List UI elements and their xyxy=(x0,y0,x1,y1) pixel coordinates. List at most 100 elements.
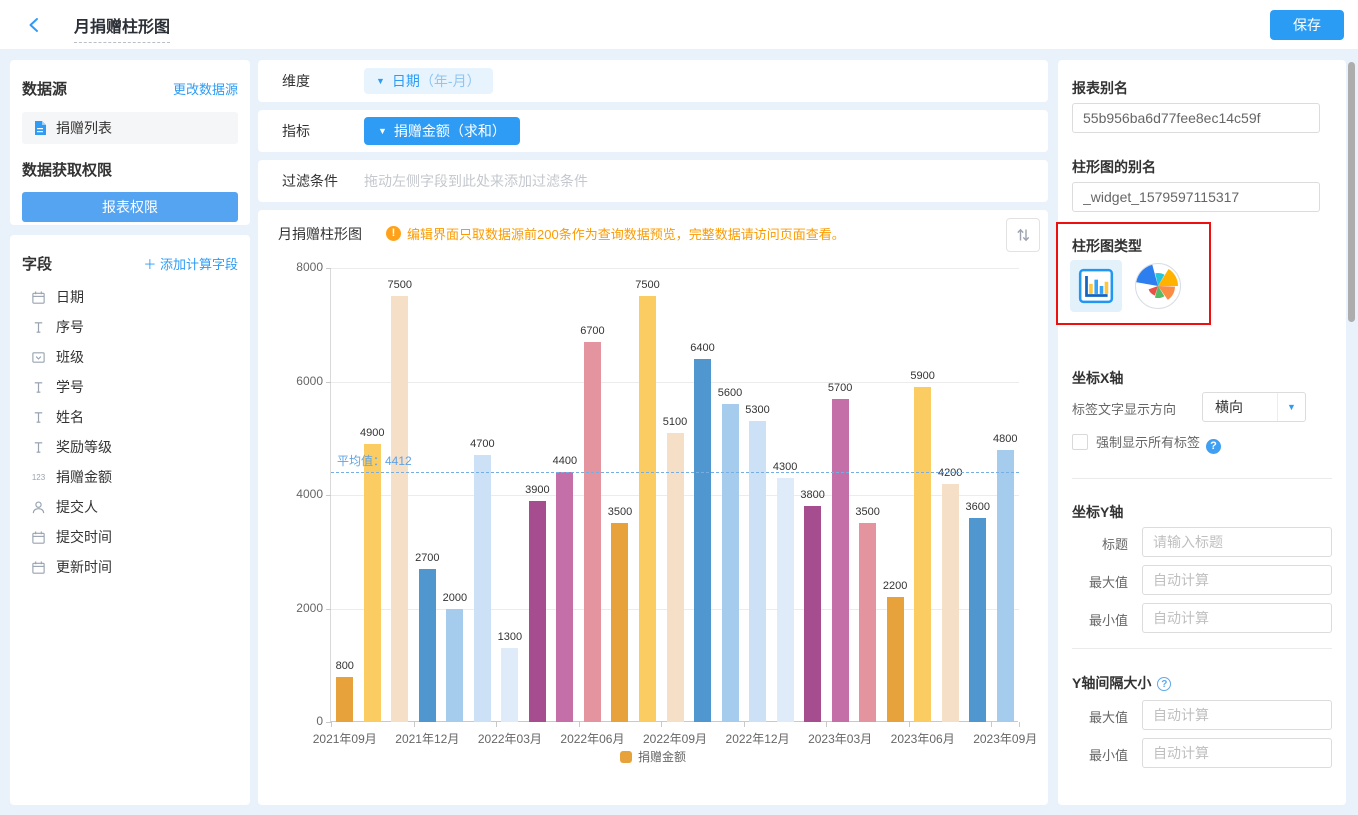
dimension-tag[interactable]: ▼ 日期 （年-月） xyxy=(364,68,493,94)
chart-legend[interactable]: 捐赠金额 xyxy=(258,748,1048,768)
x-axis-label: 2022年12月 xyxy=(726,730,790,747)
bar-value-label: 4700 xyxy=(470,438,494,450)
filter-placeholder: 拖动左侧字段到此处来添加过滤条件 xyxy=(364,171,588,191)
text-icon xyxy=(30,319,47,335)
force-labels-checkbox[interactable] xyxy=(1072,434,1088,450)
field-item[interactable]: 班级 xyxy=(22,342,238,372)
add-calc-field-link[interactable]: ＋ 添加计算字段 xyxy=(143,254,238,273)
y-interval-title: Y轴间隔大小? xyxy=(1072,673,1171,693)
x-axis-label: 2022年06月 xyxy=(560,730,624,747)
widget-alias-input[interactable] xyxy=(1072,182,1320,212)
bar[interactable] xyxy=(639,296,656,722)
bar-value-label: 3600 xyxy=(965,501,989,513)
bar[interactable] xyxy=(336,677,353,722)
bar[interactable] xyxy=(667,433,684,722)
sort-arrows-icon xyxy=(1014,226,1032,244)
chevron-down-icon: ▼ xyxy=(378,126,387,136)
filter-row[interactable]: 过滤条件 拖动左侧字段到此处来添加过滤条件 xyxy=(258,160,1048,202)
y-interval-max-label: 最大值 xyxy=(1072,707,1128,726)
page-title[interactable]: 月捐赠柱形图 xyxy=(74,13,170,43)
y-interval-max-input[interactable] xyxy=(1142,700,1332,730)
field-item[interactable]: 学号 xyxy=(22,372,238,402)
field-item[interactable]: 提交时间 xyxy=(22,522,238,552)
widget-alias-title: 柱形图的别名 xyxy=(1072,157,1156,177)
x-tick xyxy=(496,722,497,727)
bar[interactable] xyxy=(804,506,821,722)
select-icon xyxy=(30,349,47,365)
bar[interactable] xyxy=(584,342,601,722)
field-item[interactable]: 姓名 xyxy=(22,402,238,432)
text-icon xyxy=(30,409,47,425)
y-tick xyxy=(326,609,331,610)
user-icon xyxy=(30,499,47,515)
bar[interactable] xyxy=(914,387,931,722)
bar-value-label: 1300 xyxy=(498,631,522,643)
yaxis-caption-row: 标题 xyxy=(1072,527,1332,557)
field-item[interactable]: 123捐赠金额 xyxy=(22,462,238,492)
x-tick xyxy=(1019,722,1020,727)
x-tick xyxy=(826,722,827,727)
yaxis-title: 坐标Y轴 xyxy=(1072,502,1123,522)
bar[interactable] xyxy=(611,523,628,722)
back-icon[interactable] xyxy=(26,16,44,34)
bar[interactable] xyxy=(446,609,463,723)
label-direction-select[interactable]: 横向 ▼ xyxy=(1202,392,1306,422)
datasource-item-label: 捐赠列表 xyxy=(56,118,112,138)
chart-card: 月捐赠柱形图 ! 编辑界面只取数据源前200条作为查询数据预览，完整数据请访问页… xyxy=(258,210,1048,805)
field-label: 日期 xyxy=(56,287,84,307)
date-icon xyxy=(30,529,47,545)
pie-chart-type-button[interactable] xyxy=(1134,262,1182,310)
bar[interactable] xyxy=(722,404,739,722)
bar[interactable] xyxy=(556,472,573,722)
bar[interactable] xyxy=(694,359,711,722)
bar[interactable] xyxy=(364,444,381,722)
help-icon[interactable]: ? xyxy=(1206,439,1221,454)
yaxis-caption-input[interactable] xyxy=(1142,527,1332,557)
bar[interactable] xyxy=(529,501,546,722)
bar[interactable] xyxy=(859,523,876,722)
bar-chart-type-button[interactable] xyxy=(1070,260,1122,312)
bar-value-label: 5600 xyxy=(718,387,742,399)
sort-button[interactable] xyxy=(1006,218,1040,252)
field-item[interactable]: 日期 xyxy=(22,282,238,312)
bar[interactable] xyxy=(501,648,518,722)
change-datasource-link[interactable]: 更改数据源 xyxy=(173,79,238,98)
field-item[interactable]: 更新时间 xyxy=(22,552,238,582)
report-alias-title: 报表别名 xyxy=(1072,78,1128,98)
bar-value-label: 5700 xyxy=(828,382,852,394)
scrollbar-thumb[interactable] xyxy=(1348,62,1355,322)
bar[interactable] xyxy=(887,597,904,722)
save-button[interactable]: 保存 xyxy=(1270,10,1344,40)
report-permission-button[interactable]: 报表权限 xyxy=(22,192,238,222)
y-tick xyxy=(326,382,331,383)
text-icon xyxy=(30,439,47,455)
metric-tag[interactable]: ▼ 捐赠金额（求和） xyxy=(364,117,520,145)
yaxis-min-input[interactable] xyxy=(1142,603,1332,633)
datasource-item[interactable]: 捐赠列表 xyxy=(22,112,238,144)
bar[interactable] xyxy=(997,450,1014,722)
bar[interactable] xyxy=(942,484,959,722)
field-label: 提交人 xyxy=(56,497,98,517)
metric-label: 指标 xyxy=(258,121,364,141)
label-direction-label: 标签文字显示方向 xyxy=(1072,402,1176,417)
bar[interactable] xyxy=(777,478,794,722)
y-interval-min-input[interactable] xyxy=(1142,738,1332,768)
bar[interactable] xyxy=(969,518,986,722)
bar[interactable] xyxy=(749,421,766,722)
yaxis-max-input[interactable] xyxy=(1142,565,1332,595)
bar[interactable] xyxy=(419,569,436,722)
bar-value-label: 4200 xyxy=(938,467,962,479)
help-icon[interactable]: ? xyxy=(1157,677,1171,691)
field-label: 提交时间 xyxy=(56,527,112,547)
bar[interactable] xyxy=(391,296,408,722)
field-label: 姓名 xyxy=(56,407,84,427)
y-interval-max-row: 最大值 xyxy=(1072,700,1332,730)
report-alias-input[interactable] xyxy=(1072,103,1320,133)
warning-icon: ! xyxy=(386,226,401,241)
field-item[interactable]: 提交人 xyxy=(22,492,238,522)
field-item[interactable]: 奖励等级 xyxy=(22,432,238,462)
field-item[interactable]: 序号 xyxy=(22,312,238,342)
y-axis-label: 8000 xyxy=(269,260,323,274)
bar[interactable] xyxy=(832,399,849,722)
bar[interactable] xyxy=(474,455,491,722)
